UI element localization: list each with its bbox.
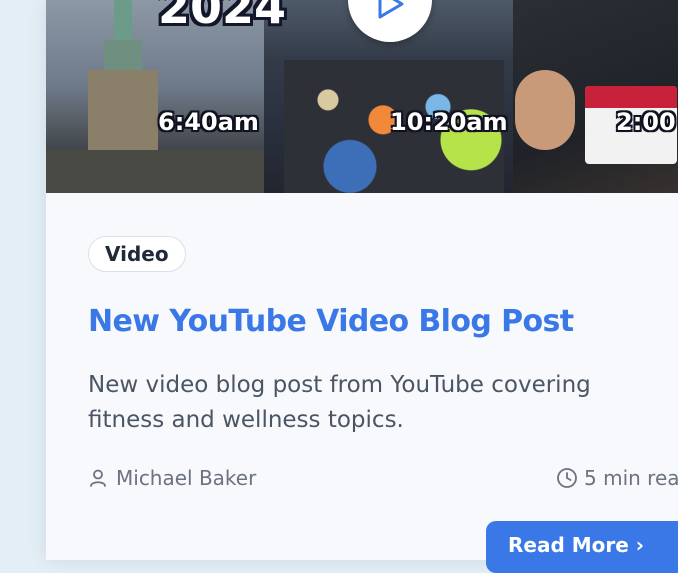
read-time: 5 min rea <box>556 466 678 490</box>
runner-arm <box>515 70 575 150</box>
clock-icon <box>557 468 577 488</box>
play-icon <box>378 0 404 19</box>
post-author: Michael Baker <box>88 466 256 490</box>
category-tag[interactable]: Video <box>88 236 186 272</box>
statue-figure <box>114 0 132 42</box>
read-more-button[interactable]: Read More › <box>486 521 678 573</box>
thumbnail-time-1: 6:40am <box>158 108 259 136</box>
post-description: New video blog post from YouTube coverin… <box>88 372 591 433</box>
arrow-right-icon: › <box>635 533 645 557</box>
thumbnail-time-3: 2:00 <box>616 108 676 136</box>
read-more-label: Read More <box>508 533 629 557</box>
post-title[interactable]: New YouTube Video Blog Post <box>88 304 574 339</box>
statue-pedestal <box>88 70 158 150</box>
user-icon <box>90 469 106 487</box>
thumbnail-time-2: 10:20am <box>390 108 508 136</box>
race-bib-header <box>585 86 677 108</box>
blog-card: 2024 6:40am 10:20am 2:00 Video New YouTu… <box>46 0 678 573</box>
thumbnail-panel-runner <box>513 0 678 193</box>
read-time-label: 5 min rea <box>584 466 678 490</box>
video-thumbnail[interactable]: 2024 6:40am 10:20am 2:00 <box>46 0 678 193</box>
statue-pedestal-top <box>104 40 142 72</box>
author-name: Michael Baker <box>116 466 257 490</box>
thumbnail-year: 2024 <box>158 0 287 34</box>
island-ground <box>46 150 264 193</box>
